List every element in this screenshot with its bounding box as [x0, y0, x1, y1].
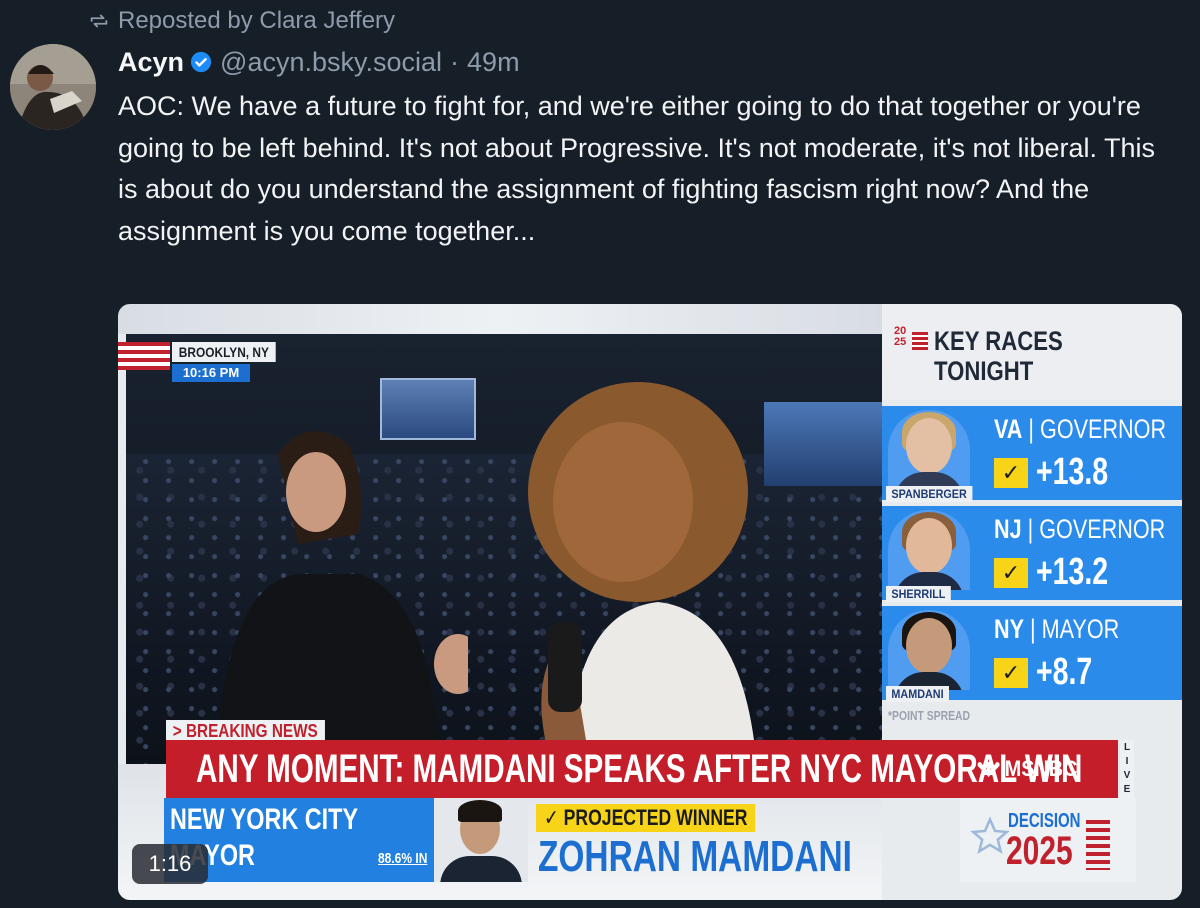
clock-label: 10:16 PM — [172, 364, 250, 382]
repost-indicator[interactable]: Reposted by Clara Jeffery — [88, 6, 395, 36]
winner-suit — [440, 856, 522, 882]
flag-stripes — [118, 342, 170, 370]
headline-bar: ANY MOMENT: MAMDANI SPEAKS AFTER NYC MAY… — [166, 740, 1118, 798]
network-logo: MSNBC — [976, 754, 1077, 784]
candidate-face — [906, 418, 952, 474]
winner-hair — [458, 800, 502, 822]
point-spread-note: *POINT SPREAD — [888, 708, 971, 723]
winner-check-icon: ✓ — [994, 658, 1028, 688]
candidate-photo — [888, 510, 970, 590]
race-office: GOVERNOR — [1040, 414, 1167, 444]
flag-stripes — [912, 332, 928, 350]
candidate-name: MAMDANI — [886, 686, 949, 702]
post-timestamp[interactable]: 49m — [467, 47, 520, 78]
race-seat: NJ | GOVERNOR — [994, 514, 1166, 544]
reporter-figure — [528, 382, 758, 782]
author-avatar[interactable] — [10, 44, 96, 130]
race-card-ny: MAMDANI NY | MAYOR ✓ +8.7 — [882, 604, 1182, 702]
post-header: Acyn @acyn.bsky.social · 49m — [118, 44, 520, 80]
verified-check-icon — [190, 51, 212, 73]
race-spread: +13.2 — [1036, 551, 1109, 593]
peacock-icon — [977, 761, 1000, 777]
race-office: GOVERNOR — [1039, 514, 1166, 544]
repost-icon — [90, 14, 108, 28]
graphic-left-bar — [118, 334, 126, 764]
live-letter: V — [1123, 770, 1131, 781]
live-letter: I — [1125, 756, 1129, 767]
reporting-percent: 88.6% IN — [378, 850, 428, 867]
winner-photo — [434, 798, 528, 882]
video-player[interactable]: BROOKLYN, NY 10:16 PM 20 25 KEY RACES TO… — [118, 304, 1182, 900]
race-label-line1: NEW YORK CITY — [170, 803, 359, 836]
candidate-name: SPANBERGER — [886, 486, 973, 502]
star-icon — [970, 816, 1010, 854]
projected-winner-tag: ✓ PROJECTED WINNER — [536, 804, 756, 832]
network-name: MSNBC — [1004, 756, 1078, 781]
headline-text: ANY MOMENT: MAMDANI SPEAKS AFTER NYC MAY… — [196, 747, 1083, 791]
race-state: NY — [994, 614, 1025, 644]
flag-stripes — [1086, 820, 1110, 870]
interviewee-figure — [218, 431, 468, 744]
live-letter: L — [1123, 742, 1131, 753]
graphic-top-band — [118, 304, 882, 334]
live-letter: E — [1123, 784, 1131, 795]
race-seat: NY | MAYOR — [994, 614, 1120, 644]
candidate-face — [906, 618, 952, 674]
breaking-news-tag: > BREAKING NEWS — [166, 720, 325, 742]
race-office: MAYOR — [1041, 614, 1120, 644]
race-spread: +8.7 — [1036, 651, 1093, 693]
winner-check-icon: ✓ — [994, 558, 1028, 588]
candidate-face — [906, 518, 952, 574]
author-handle[interactable]: @acyn.bsky.social — [220, 47, 442, 78]
race-state: VA — [994, 414, 1023, 444]
election-year-badge: 20 25 — [894, 326, 928, 356]
key-races-subtitle: TONIGHT — [934, 356, 1034, 386]
video-duration: 1:16 — [132, 844, 208, 884]
winner-name: ZOHRAN MAMDANI — [538, 832, 852, 881]
key-races-header: 20 25 KEY RACES TONIGHT — [882, 304, 1182, 400]
race-spread: +13.8 — [1036, 451, 1109, 493]
separator-dot: · — [450, 46, 460, 77]
post-body: AOC: We have a future to fight for, and … — [118, 91, 1156, 246]
decision-year: 2025 — [1006, 829, 1073, 873]
live-indicator: L I V E — [1120, 740, 1134, 798]
candidate-photo — [888, 610, 970, 690]
candidate-photo — [888, 410, 970, 490]
decision-2025-logo: DECISION 2025 — [960, 798, 1136, 882]
race-seat: VA | GOVERNOR — [994, 414, 1167, 444]
race-card-nj: SHERRILL NJ | GOVERNOR ✓ +13.2 — [882, 504, 1182, 602]
race-card-va: SPANBERGER VA | GOVERNOR ✓ +13.8 — [882, 404, 1182, 502]
candidate-name: SHERRILL — [886, 586, 951, 602]
key-races-title: KEY RACES — [934, 326, 1063, 356]
location-label: BROOKLYN, NY — [172, 342, 276, 362]
author-name[interactable]: Acyn — [118, 47, 184, 78]
race-state: NJ — [994, 514, 1022, 544]
repost-label: Reposted by Clara Jeffery — [118, 7, 396, 34]
winner-check-icon: ✓ — [994, 458, 1028, 488]
